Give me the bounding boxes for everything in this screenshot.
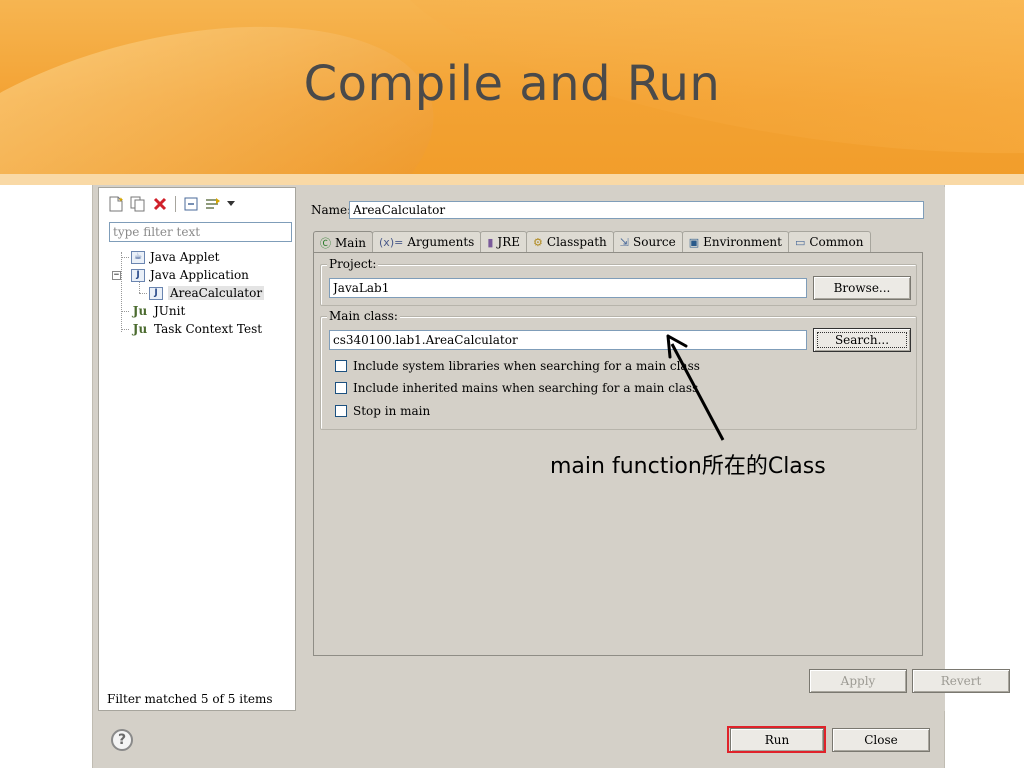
tab-arguments[interactable]: (x)= Arguments: [372, 231, 482, 252]
close-button[interactable]: Close: [832, 728, 930, 752]
annotation-text: main function所在的Class: [550, 454, 826, 479]
option-label: Include system libraries when searching …: [353, 359, 700, 373]
tab-label: Arguments: [407, 235, 475, 249]
jre-icon: ▮: [487, 235, 494, 249]
tree-guide: [121, 329, 129, 330]
collapse-all-icon[interactable]: [182, 195, 200, 213]
tree-item-label: Java Application: [150, 268, 249, 282]
tree-item-areacalculator[interactable]: J AreaCalculator: [149, 284, 265, 302]
environment-icon: ▣: [688, 235, 700, 249]
tab-label: Common: [809, 235, 864, 249]
revert-button[interactable]: Revert: [912, 669, 1010, 693]
source-icon: ⇲: [619, 235, 629, 249]
dialog-button-bar: ? Run Close: [93, 713, 946, 768]
option-label: Stop in main: [353, 404, 431, 418]
duplicate-icon[interactable]: [129, 195, 147, 213]
browse-button[interactable]: Browse...: [813, 276, 911, 300]
name-input[interactable]: [349, 201, 924, 219]
tab-common[interactable]: ▭ Common: [787, 231, 871, 252]
tab-bar: Ⓒ Main (x)= Arguments ▮ JRE ⚙ Classpath …: [313, 231, 871, 253]
include-system-libraries-checkbox[interactable]: [335, 360, 347, 372]
main-tab-icon: Ⓒ: [320, 236, 331, 250]
tree-item-label: Java Applet: [150, 250, 220, 264]
collapse-toggle-icon[interactable]: −: [112, 270, 121, 280]
java-application-icon: J: [131, 268, 145, 282]
tree-item-task-context-test[interactable]: Ju Task Context Test: [131, 320, 262, 338]
arguments-icon: (x)=: [379, 235, 404, 249]
tab-environment[interactable]: ▣ Environment: [681, 231, 789, 252]
include-system-libraries-option[interactable]: Include system libraries when searching …: [335, 359, 700, 373]
chevron-down-icon[interactable]: [226, 195, 236, 213]
tree-guide: [139, 293, 147, 294]
delete-icon[interactable]: [151, 195, 169, 213]
classpath-icon: ⚙: [533, 235, 543, 249]
include-inherited-mains-option[interactable]: Include inherited mains when searching f…: [335, 381, 698, 395]
tree-item-label: Task Context Test: [154, 322, 263, 336]
include-inherited-mains-checkbox[interactable]: [335, 382, 347, 394]
project-input[interactable]: [329, 278, 807, 298]
filter-input[interactable]: [109, 222, 292, 242]
tree-item-junit[interactable]: Ju JUnit: [131, 302, 186, 320]
tab-label: Classpath: [546, 235, 607, 249]
filter-status: Filter matched 5 of 5 items: [107, 692, 273, 706]
configuration-list-panel: ✦ ☕: [98, 187, 296, 711]
java-class-icon: J: [149, 286, 163, 300]
filter-icon[interactable]: [204, 195, 222, 213]
stop-in-main-option[interactable]: Stop in main: [335, 404, 430, 418]
configuration-toolbar: ✦: [107, 194, 236, 214]
main-class-label: Main class:: [327, 309, 400, 323]
tab-label: Source: [633, 235, 676, 249]
tree-item-label: AreaCalculator: [168, 286, 265, 300]
run-highlight-box: [727, 726, 826, 753]
tab-label: Environment: [703, 235, 782, 249]
header-band: [0, 174, 1024, 185]
project-label: Project:: [327, 257, 379, 271]
tree-item-label: JUnit: [154, 304, 186, 318]
common-icon: ▭: [794, 235, 806, 249]
tree-guide: [121, 311, 129, 312]
tab-jre[interactable]: ▮ JRE: [480, 231, 528, 252]
tab-main[interactable]: Ⓒ Main: [313, 231, 374, 253]
new-config-icon[interactable]: ✦: [107, 195, 125, 213]
tab-label: JRE: [497, 235, 521, 249]
svg-text:✦: ✦: [118, 196, 123, 204]
main-class-group: Main class: Search... Include system lib…: [320, 309, 917, 430]
stop-in-main-checkbox[interactable]: [335, 405, 347, 417]
tree-guide: [121, 252, 122, 332]
tab-source[interactable]: ⇲ Source: [612, 231, 683, 252]
junit-icon: Ju: [132, 322, 148, 336]
tree-item-java-application[interactable]: − J Java Application: [112, 266, 249, 284]
main-class-input[interactable]: [329, 330, 807, 350]
project-group: Project: Browse...: [320, 257, 917, 306]
tab-classpath[interactable]: ⚙ Classpath: [526, 231, 614, 252]
slide-title: Compile and Run: [303, 56, 721, 112]
tree-guide: [121, 257, 129, 258]
tab-label: Main: [335, 235, 367, 250]
apply-button[interactable]: Apply: [809, 669, 907, 693]
junit-icon: Ju: [132, 304, 148, 318]
java-applet-icon: ☕: [131, 250, 145, 264]
slide-header: Compile and Run: [0, 0, 1024, 185]
help-icon[interactable]: ?: [111, 729, 133, 751]
search-button[interactable]: Search...: [813, 328, 911, 352]
option-label: Include inherited mains when searching f…: [353, 381, 699, 395]
name-label: Name:: [311, 203, 352, 217]
toolbar-separator: [175, 196, 176, 212]
tree-item-java-applet[interactable]: ☕ Java Applet: [131, 248, 220, 266]
